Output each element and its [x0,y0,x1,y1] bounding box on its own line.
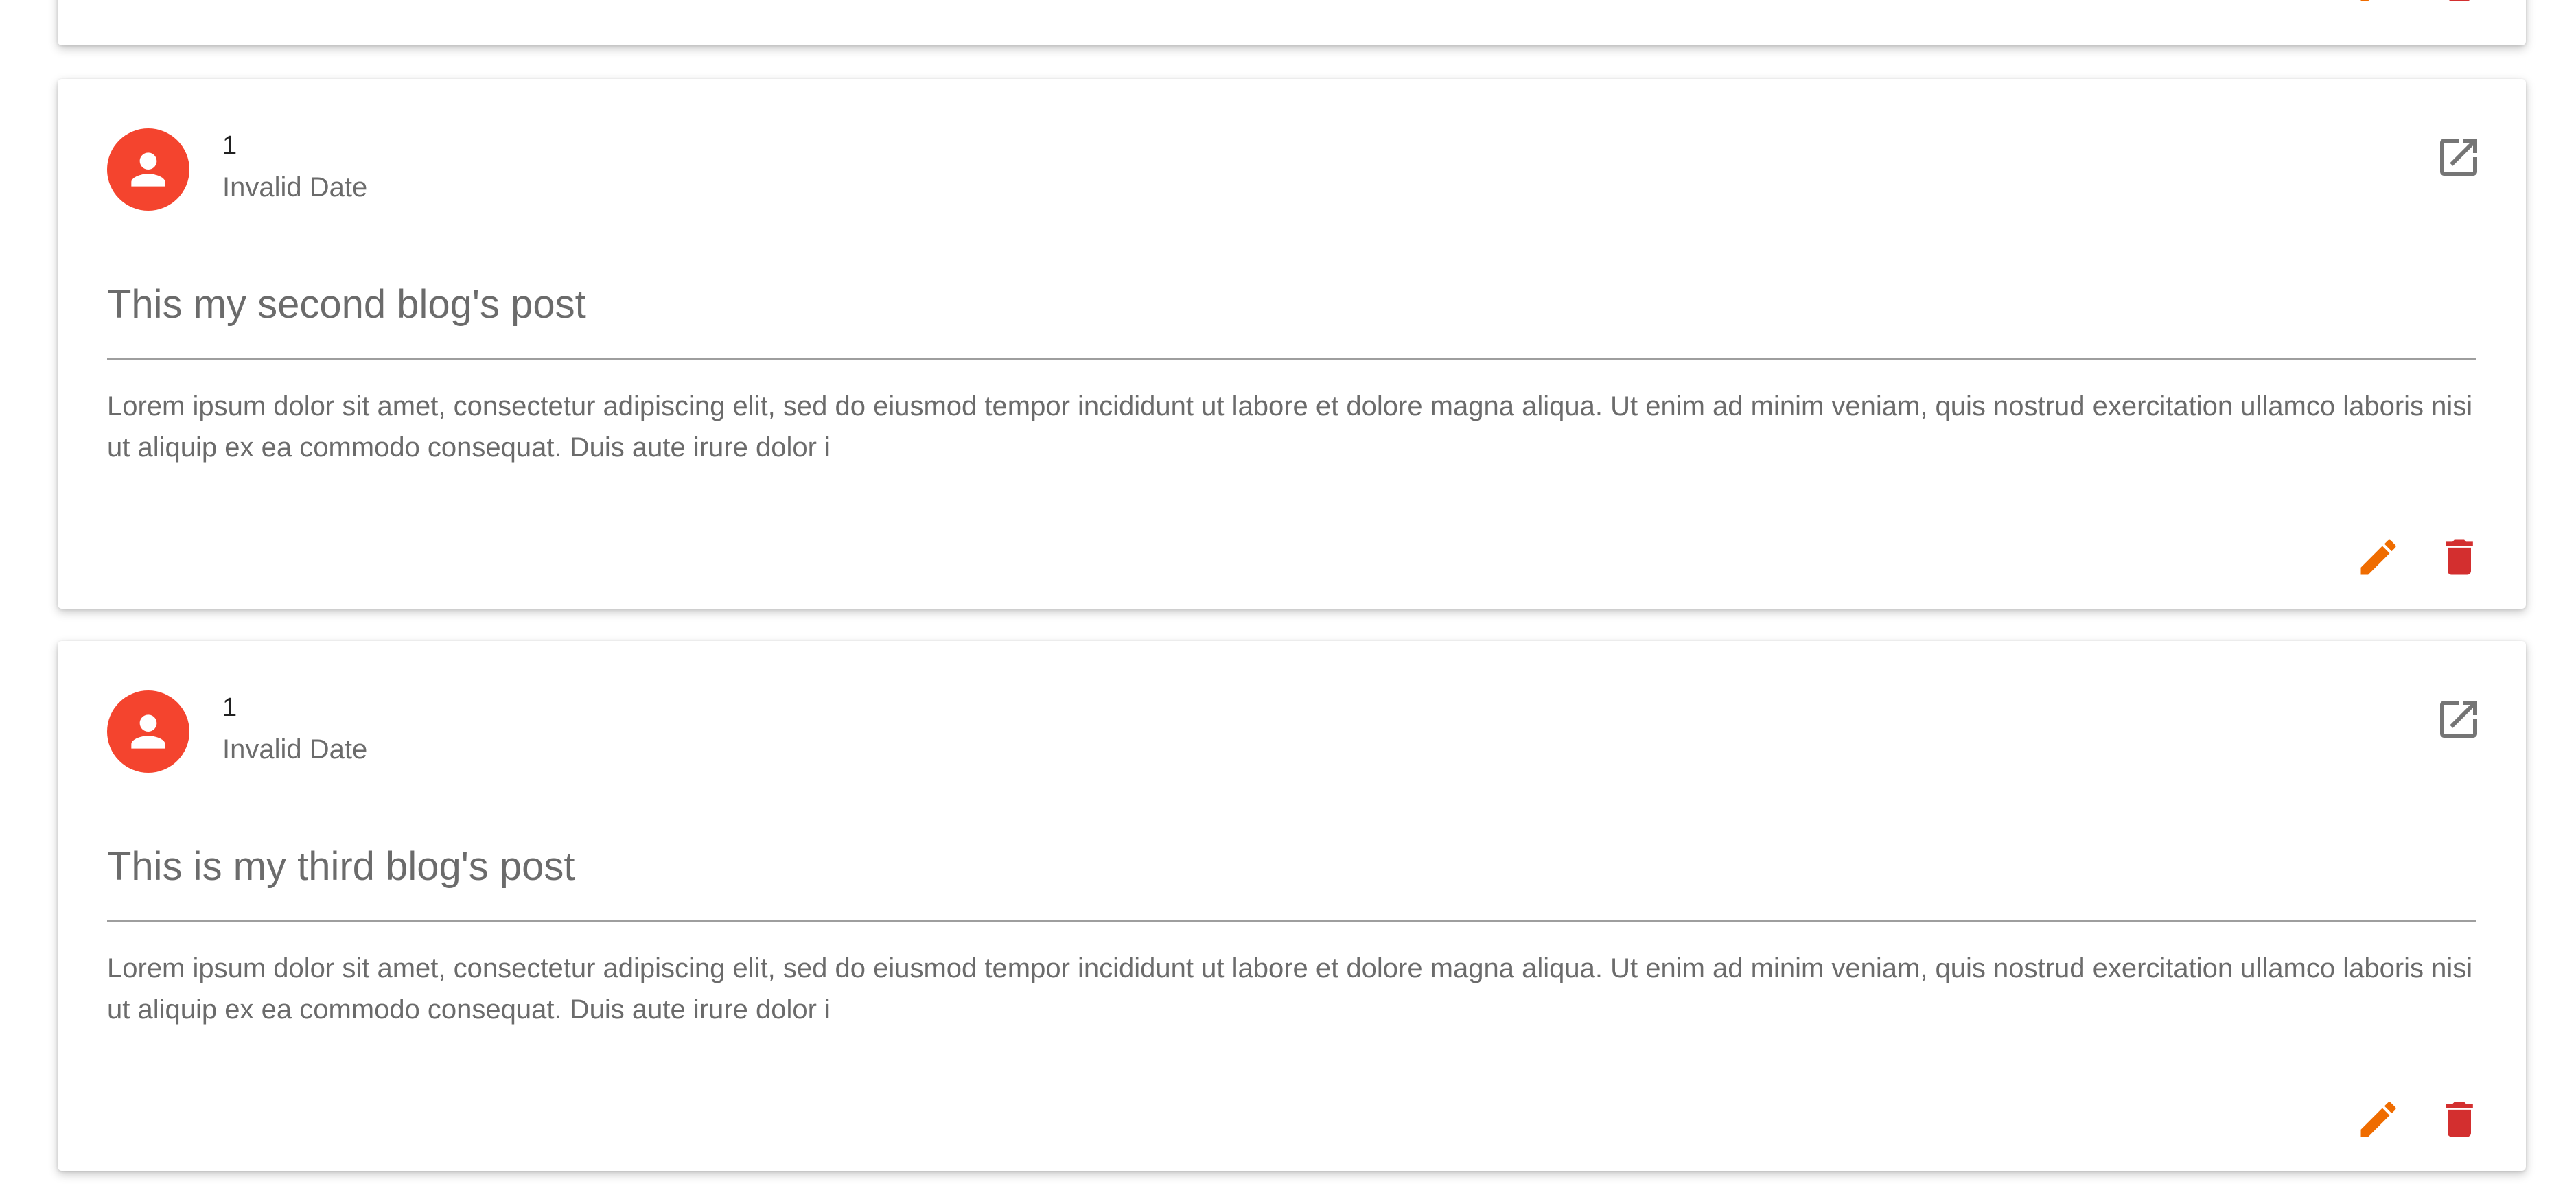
delete-button[interactable] [2434,0,2485,7]
blog-post-list: 1 Invalid Date This my second blog's pos… [0,0,2576,1188]
post-author: 1 [222,131,237,160]
post-date: Invalid Date [222,172,368,202]
open-in-new-icon [2440,139,2477,176]
post-actions [2353,1094,2485,1145]
avatar [107,128,189,211]
post-card: 1 Invalid Date This my second blog's pos… [58,79,2526,609]
post-actions [2353,532,2485,583]
post-card: 1 Invalid Date This is my third blog's p… [58,641,2526,1171]
title-divider [107,358,2476,360]
delete-button[interactable] [2434,1094,2485,1145]
pencil-icon [2360,1102,2396,1137]
open-in-new-icon [2440,701,2477,738]
post-author: 1 [222,693,237,722]
title-divider [107,920,2476,922]
post-title: This is my third blog's post [107,844,575,889]
post-body: Lorem ipsum dolor sit amet, consectetur … [107,391,2473,463]
pencil-icon [2360,0,2369,1]
avatar [107,690,189,773]
account-icon [131,152,165,187]
post-card-partial [58,0,2526,45]
post-actions-partial [2353,0,2485,7]
open-post-button[interactable] [2433,693,2485,745]
trash-icon [2446,1102,2473,1137]
account-icon [131,714,165,749]
delete-button[interactable] [2434,532,2485,583]
edit-button[interactable] [2353,532,2404,583]
open-post-button[interactable] [2433,131,2485,183]
pencil-icon [2360,539,2396,575]
post-date: Invalid Date [222,734,368,765]
post-title: This my second blog's post [107,282,586,327]
post-body: Lorem ipsum dolor sit amet, consectetur … [107,953,2473,1025]
trash-icon [2448,0,2470,1]
trash-icon [2446,539,2473,575]
edit-button[interactable] [2353,1094,2404,1145]
edit-button[interactable] [2353,0,2404,7]
